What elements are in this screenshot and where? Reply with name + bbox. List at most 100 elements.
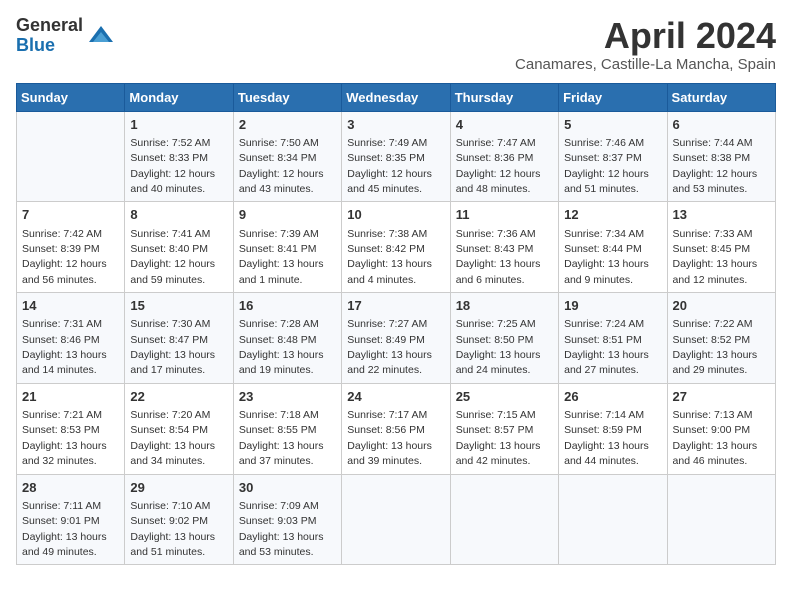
day-number: 29 (130, 479, 227, 497)
day-number: 15 (130, 297, 227, 315)
day-info: Sunrise: 7:34 AMSunset: 8:44 PMDaylight:… (564, 228, 649, 286)
calendar-cell: 28Sunrise: 7:11 AMSunset: 9:01 PMDayligh… (17, 474, 125, 565)
calendar-table: SundayMondayTuesdayWednesdayThursdayFrid… (16, 83, 776, 566)
day-number: 14 (22, 297, 119, 315)
day-number: 24 (347, 388, 444, 406)
day-info: Sunrise: 7:44 AMSunset: 8:38 PMDaylight:… (673, 137, 758, 195)
day-info: Sunrise: 7:47 AMSunset: 8:36 PMDaylight:… (456, 137, 541, 195)
calendar-cell: 23 Sunrise: 7:18 AMSunset: 8:55 PMDayligh… (233, 383, 341, 474)
calendar-cell: 18 Sunrise: 7:25 AMSunset: 8:50 PMDayligh… (450, 293, 558, 384)
calendar-cell: 8 Sunrise: 7:41 AMSunset: 8:40 PMDaylight… (125, 202, 233, 293)
day-number: 22 (130, 388, 227, 406)
day-info: Sunrise: 7:39 AMSunset: 8:41 PMDaylight:… (239, 228, 324, 286)
day-number: 18 (456, 297, 553, 315)
day-number: 25 (456, 388, 553, 406)
day-number: 1 (130, 116, 227, 134)
day-number: 20 (673, 297, 770, 315)
calendar-cell: 6 Sunrise: 7:44 AMSunset: 8:38 PMDaylight… (667, 111, 775, 202)
day-info: Sunrise: 7:15 AMSunset: 8:57 PMDaylight:… (456, 409, 541, 467)
calendar-cell: 19 Sunrise: 7:24 AMSunset: 8:51 PMDayligh… (559, 293, 667, 384)
day-number: 5 (564, 116, 661, 134)
day-info: Sunrise: 7:27 AMSunset: 8:49 PMDaylight:… (347, 318, 432, 376)
calendar-cell: 14Sunrise: 7:31 AMSunset: 8:46 PMDayligh… (17, 293, 125, 384)
page-header: General Blue April 2024 Canamares, Casti… (16, 16, 776, 73)
calendar-cell: 24Sunrise: 7:17 AMSunset: 8:56 PMDayligh… (342, 383, 450, 474)
day-info: Sunrise: 7:42 AMSunset: 8:39 PMDaylight:… (22, 228, 107, 286)
logo-general-text: General (16, 16, 83, 36)
calendar-cell (667, 474, 775, 565)
calendar-cell: 22 Sunrise: 7:20 AMSunset: 8:54 PMDayligh… (125, 383, 233, 474)
calendar-cell: 29 Sunrise: 7:10 AMSunset: 9:02 PMDayligh… (125, 474, 233, 565)
column-header-monday: Monday (125, 83, 233, 111)
day-number: 27 (673, 388, 770, 406)
calendar-cell: 17 Sunrise: 7:27 AMSunset: 8:49 PMDayligh… (342, 293, 450, 384)
week-row-2: 7 Sunrise: 7:42 AMSunset: 8:39 PMDaylight… (17, 202, 776, 293)
calendar-cell: 26 Sunrise: 7:14 AMSunset: 8:59 PMDayligh… (559, 383, 667, 474)
day-number: 3 (347, 116, 444, 134)
day-info: Sunrise: 7:52 AMSunset: 8:33 PMDaylight:… (130, 137, 215, 195)
calendar-cell (450, 474, 558, 565)
day-info: Sunrise: 7:36 AMSunset: 8:43 PMDaylight:… (456, 228, 541, 286)
calendar-cell: 5 Sunrise: 7:46 AMSunset: 8:37 PMDaylight… (559, 111, 667, 202)
day-info: Sunrise: 7:46 AMSunset: 8:37 PMDaylight:… (564, 137, 649, 195)
week-row-4: 21 Sunrise: 7:21 AMSunset: 8:53 PMDayligh… (17, 383, 776, 474)
column-header-tuesday: Tuesday (233, 83, 341, 111)
calendar-cell: 10 Sunrise: 7:38 AMSunset: 8:42 PMDayligh… (342, 202, 450, 293)
calendar-cell: 2 Sunrise: 7:50 AMSunset: 8:34 PMDaylight… (233, 111, 341, 202)
calendar-cell: 11 Sunrise: 7:36 AMSunset: 8:43 PMDayligh… (450, 202, 558, 293)
calendar-cell: 9 Sunrise: 7:39 AMSunset: 8:41 PMDaylight… (233, 202, 341, 293)
day-number: 6 (673, 116, 770, 134)
column-header-thursday: Thursday (450, 83, 558, 111)
day-number: 10 (347, 206, 444, 224)
day-number: 7 (22, 206, 119, 224)
day-info: Sunrise: 7:33 AMSunset: 8:45 PMDaylight:… (673, 228, 758, 286)
day-info: Sunrise: 7:50 AMSunset: 8:34 PMDaylight:… (239, 137, 324, 195)
logo: General Blue (16, 16, 115, 56)
day-number: 26 (564, 388, 661, 406)
calendar-cell: 30Sunrise: 7:09 AMSunset: 9:03 PMDayligh… (233, 474, 341, 565)
calendar-cell: 12 Sunrise: 7:34 AMSunset: 8:44 PMDayligh… (559, 202, 667, 293)
day-number: 21 (22, 388, 119, 406)
day-number: 9 (239, 206, 336, 224)
day-info: Sunrise: 7:13 AMSunset: 9:00 PMDaylight:… (673, 409, 758, 467)
column-header-saturday: Saturday (667, 83, 775, 111)
day-number: 30 (239, 479, 336, 497)
month-title: April 2024 (515, 16, 776, 56)
day-number: 11 (456, 206, 553, 224)
day-number: 13 (673, 206, 770, 224)
day-info: Sunrise: 7:41 AMSunset: 8:40 PMDaylight:… (130, 228, 215, 286)
day-info: Sunrise: 7:18 AMSunset: 8:55 PMDaylight:… (239, 409, 324, 467)
day-info: Sunrise: 7:20 AMSunset: 8:54 PMDaylight:… (130, 409, 215, 467)
calendar-cell: 13 Sunrise: 7:33 AMSunset: 8:45 PMDayligh… (667, 202, 775, 293)
day-info: Sunrise: 7:14 AMSunset: 8:59 PMDaylight:… (564, 409, 649, 467)
day-number: 19 (564, 297, 661, 315)
calendar-cell: 4 Sunrise: 7:47 AMSunset: 8:36 PMDaylight… (450, 111, 558, 202)
calendar-cell: 27 Sunrise: 7:13 AMSunset: 9:00 PMDayligh… (667, 383, 775, 474)
day-info: Sunrise: 7:30 AMSunset: 8:47 PMDaylight:… (130, 318, 215, 376)
calendar-cell: 7 Sunrise: 7:42 AMSunset: 8:39 PMDaylight… (17, 202, 125, 293)
column-header-wednesday: Wednesday (342, 83, 450, 111)
day-number: 23 (239, 388, 336, 406)
calendar-cell: 21 Sunrise: 7:21 AMSunset: 8:53 PMDayligh… (17, 383, 125, 474)
day-number: 4 (456, 116, 553, 134)
day-number: 16 (239, 297, 336, 315)
calendar-cell: 1 Sunrise: 7:52 AMSunset: 8:33 PMDaylight… (125, 111, 233, 202)
week-row-5: 28Sunrise: 7:11 AMSunset: 9:01 PMDayligh… (17, 474, 776, 565)
day-info: Sunrise: 7:21 AMSunset: 8:53 PMDaylight:… (22, 409, 107, 467)
calendar-cell (17, 111, 125, 202)
location: Canamares, Castille-La Mancha, Spain (515, 56, 776, 73)
day-number: 2 (239, 116, 336, 134)
day-info: Sunrise: 7:24 AMSunset: 8:51 PMDaylight:… (564, 318, 649, 376)
calendar-cell: 20Sunrise: 7:22 AMSunset: 8:52 PMDayligh… (667, 293, 775, 384)
day-number: 28 (22, 479, 119, 497)
column-headers: SundayMondayTuesdayWednesdayThursdayFrid… (17, 83, 776, 111)
day-info: Sunrise: 7:10 AMSunset: 9:02 PMDaylight:… (130, 500, 215, 558)
calendar-cell: 16 Sunrise: 7:28 AMSunset: 8:48 PMDayligh… (233, 293, 341, 384)
day-number: 8 (130, 206, 227, 224)
day-number: 12 (564, 206, 661, 224)
day-info: Sunrise: 7:28 AMSunset: 8:48 PMDaylight:… (239, 318, 324, 376)
day-number: 17 (347, 297, 444, 315)
day-info: Sunrise: 7:38 AMSunset: 8:42 PMDaylight:… (347, 228, 432, 286)
calendar-cell: 3Sunrise: 7:49 AMSunset: 8:35 PMDaylight… (342, 111, 450, 202)
day-info: Sunrise: 7:25 AMSunset: 8:50 PMDaylight:… (456, 318, 541, 376)
